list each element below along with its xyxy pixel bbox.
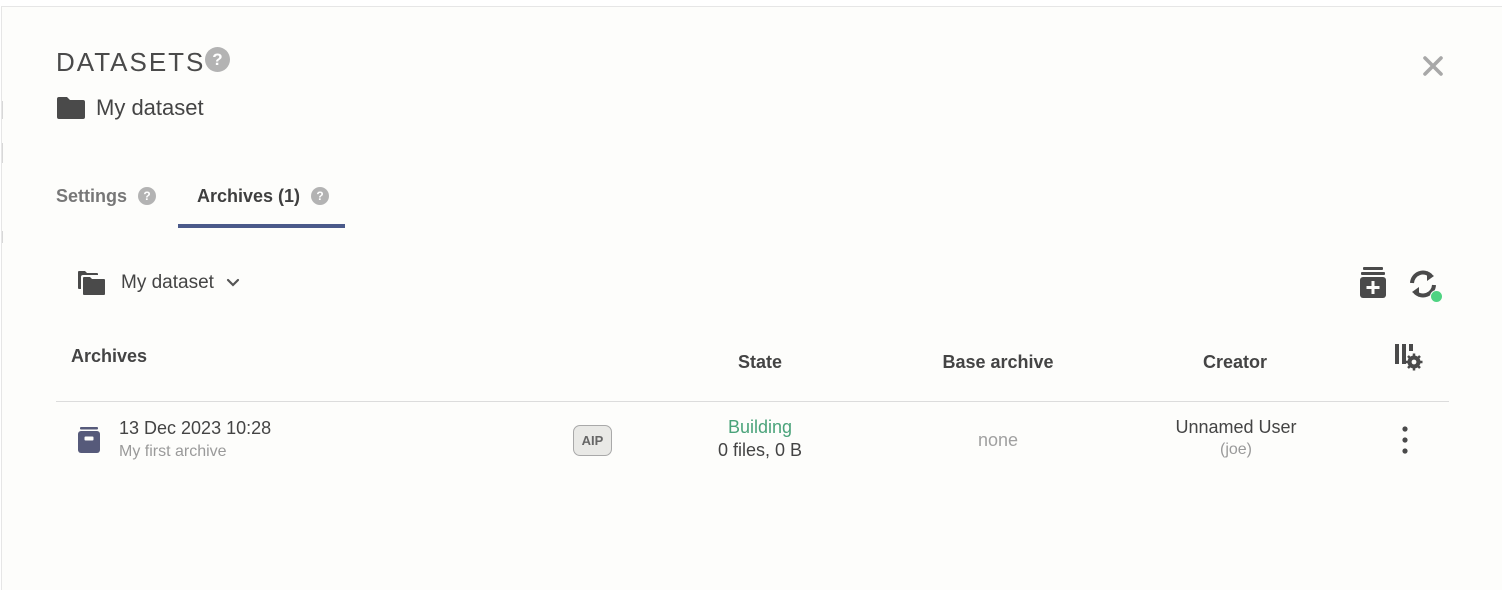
aip-badge: AIP <box>573 425 612 456</box>
help-icon[interactable]: ? <box>311 187 330 205</box>
tab-label: Settings <box>56 186 128 206</box>
close-button[interactable] <box>1419 52 1447 80</box>
column-header-state: State <box>737 352 782 372</box>
dataset-selector[interactable]: My dataset <box>77 270 240 296</box>
column-header-creator: Creator <box>1202 352 1268 372</box>
columns-config-button[interactable] <box>1393 342 1423 377</box>
page-title: DATASETS <box>56 47 206 77</box>
tab-settings[interactable]: Settings ? <box>56 182 178 228</box>
column-header-base-archive: Base archive <box>942 352 1054 372</box>
archive-description: My first archive <box>119 443 227 460</box>
chevron-down-icon <box>226 278 240 287</box>
state-cell: Building 0 files, 0 B <box>700 417 820 461</box>
edge-marker <box>2 231 3 243</box>
help-icon[interactable]: ? <box>138 187 157 205</box>
columns-settings-icon <box>1395 344 1423 371</box>
more-vertical-icon <box>1402 426 1408 454</box>
state-file-count: 0 files, 0 B <box>717 440 803 460</box>
add-archive-icon <box>1360 267 1386 298</box>
archive-icon <box>78 427 100 453</box>
edge-marker <box>2 143 3 163</box>
tab-archives[interactable]: Archives (1) ? <box>178 182 345 228</box>
create-archive-button[interactable] <box>1358 266 1388 305</box>
base-archive-value: none <box>977 430 1019 450</box>
tab-bar: Settings ? Archives (1) ? <box>56 182 345 228</box>
edge-marker <box>2 101 3 119</box>
archive-date: 13 Dec 2023 10:28 <box>119 418 272 438</box>
selected-dataset: My dataset <box>121 272 214 293</box>
help-icon[interactable]: ? <box>205 47 230 72</box>
dataset-name: My dataset <box>96 95 204 120</box>
folder-icon <box>57 97 85 119</box>
creator-login: (joe) <box>1219 441 1252 458</box>
folders-icon <box>78 271 105 295</box>
tab-label: Archives (1) <box>197 186 301 206</box>
dataset-header: My dataset <box>56 95 204 121</box>
datasets-panel <box>1 6 1502 590</box>
refresh-button[interactable] <box>1407 268 1443 305</box>
state-label: Building <box>727 417 793 437</box>
close-icon <box>1423 56 1443 76</box>
row-actions-button[interactable] <box>1392 424 1418 456</box>
column-header-archives: Archives <box>71 346 148 366</box>
creator-cell: Unnamed User (joe) <box>1156 417 1316 459</box>
status-dot <box>1430 290 1443 303</box>
table-row[interactable]: 13 Dec 2023 10:28 My first archive AIP B… <box>56 402 1449 478</box>
creator-name: Unnamed User <box>1175 417 1297 437</box>
